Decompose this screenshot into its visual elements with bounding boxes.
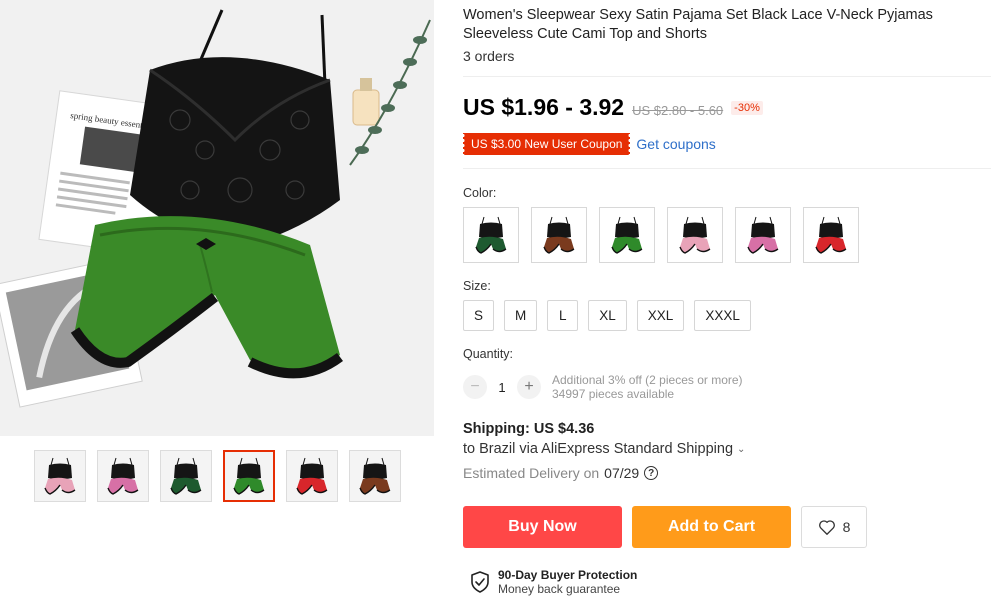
thumbnail-strip — [34, 450, 401, 502]
main-product-image[interactable]: spring beauty essentials — [0, 0, 434, 436]
original-price: US $2.80 - 5.60 — [632, 103, 724, 118]
color-option-green[interactable] — [599, 207, 655, 263]
estimated-delivery: Estimated Delivery on 07/29 ? — [463, 465, 659, 481]
product-title: Women's Sleepwear Sexy Satin Pajama Set … — [463, 7, 933, 42]
orders-count: 3 orders — [463, 48, 515, 64]
thumbnail-rose[interactable] — [97, 450, 149, 502]
size-option-xxl[interactable]: XXL — [636, 300, 685, 331]
pieces-available: 34997 pieces available — [552, 387, 675, 401]
quantity-info: Additional 3% off (2 pieces or more) 349… — [552, 373, 743, 401]
quantity-label: Quantity: — [463, 347, 514, 361]
chevron-down-icon: ⌄ — [737, 443, 746, 455]
thumbnail-red[interactable] — [286, 450, 338, 502]
thumbnail-green[interactable] — [223, 450, 275, 502]
color-option-pink[interactable] — [667, 207, 723, 263]
thumbnail-brown[interactable] — [349, 450, 401, 502]
discount-badge: -30% — [731, 100, 763, 115]
shield-check-icon — [471, 571, 489, 593]
quantity-increase-button[interactable]: + — [517, 375, 541, 399]
size-options: S M L XL XXL XXXL — [463, 300, 751, 331]
coupon-row: US $3.00 New User Coupon Get coupons — [460, 133, 716, 155]
divider — [463, 76, 991, 77]
protection-title: 90-Day Buyer Protection — [498, 568, 638, 582]
current-price: US $1.96 - 3.92 — [463, 94, 625, 120]
shipping-destination: to Brazil via AliExpress Standard Shippi… — [463, 441, 734, 457]
quantity-value[interactable]: 1 — [487, 380, 517, 395]
thumbnail-dark-green[interactable] — [160, 450, 212, 502]
wishlist-button[interactable]: 8 — [801, 506, 867, 548]
add-to-cart-button[interactable]: Add to Cart — [632, 506, 791, 548]
help-icon[interactable]: ? — [644, 466, 659, 480]
quantity-decrease-button[interactable]: − — [463, 375, 487, 399]
divider — [463, 168, 991, 169]
new-user-coupon-badge[interactable]: US $3.00 New User Coupon — [460, 133, 633, 155]
size-option-m[interactable]: M — [504, 300, 538, 331]
delivery-prefix: Estimated Delivery on — [463, 465, 600, 481]
price-row: US $1.96 - 3.92 US $2.80 - 5.60 -30% — [463, 94, 763, 121]
color-option-dark-green[interactable] — [463, 207, 519, 263]
size-option-s[interactable]: S — [463, 300, 495, 331]
color-option-red[interactable] — [803, 207, 859, 263]
quantity-stepper: − 1 + Additional 3% off (2 pieces or mor… — [463, 373, 743, 401]
size-option-xxxl[interactable]: XXXL — [694, 300, 751, 331]
color-option-rose[interactable] — [735, 207, 791, 263]
wishlist-count: 8 — [842, 519, 851, 535]
size-option-xl[interactable]: XL — [588, 300, 627, 331]
color-options — [463, 207, 859, 263]
shipping-method-selector[interactable]: to Brazil via AliExpress Standard Shippi… — [463, 441, 745, 457]
thumbnail-pink[interactable] — [34, 450, 86, 502]
heart-icon — [818, 520, 835, 535]
action-buttons: Buy Now Add to Cart 8 — [463, 506, 867, 548]
buy-now-button[interactable]: Buy Now — [463, 506, 622, 548]
color-label: Color: — [463, 186, 497, 200]
buyer-protection: 90-Day Buyer Protection Money back guara… — [470, 568, 637, 596]
size-label: Size: — [463, 279, 491, 293]
protection-subtitle: Money back guarantee — [498, 582, 621, 596]
shipping-cost: Shipping: US $4.36 — [463, 421, 595, 437]
multi-piece-offer: Additional 3% off (2 pieces or more) — [552, 373, 743, 387]
color-option-brown[interactable] — [531, 207, 587, 263]
size-option-l[interactable]: L — [547, 300, 579, 331]
delivery-date: 07/29 — [604, 465, 640, 481]
get-coupons-link[interactable]: Get coupons — [636, 136, 715, 152]
